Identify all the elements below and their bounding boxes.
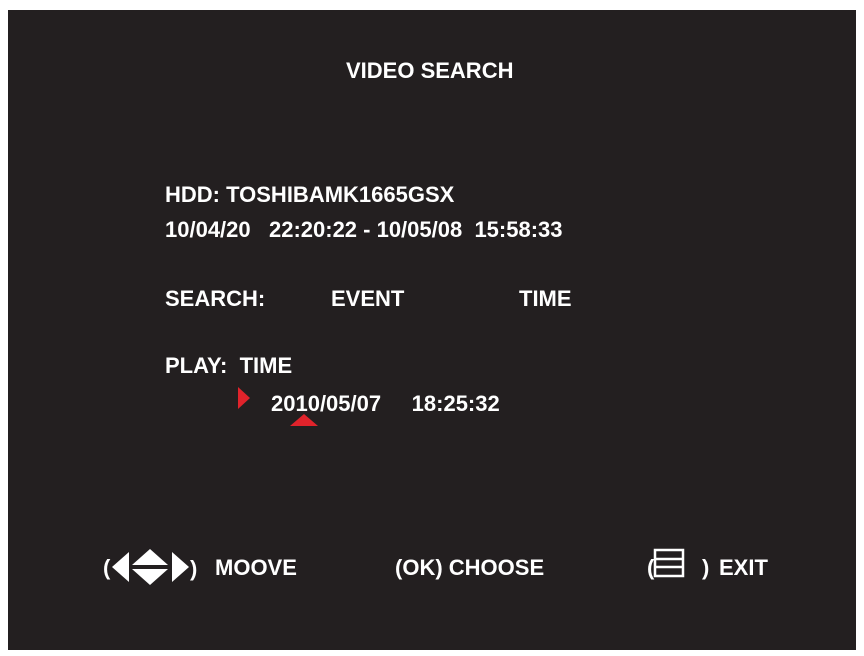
page-title: VIDEO SEARCH bbox=[346, 58, 514, 83]
nav-close-paren: ) bbox=[190, 556, 197, 581]
cursor-up-icon bbox=[290, 414, 318, 426]
nav-open-paren: ( bbox=[103, 555, 111, 580]
menu-icon bbox=[653, 548, 685, 578]
choose-label: (OK) CHOOSE bbox=[395, 555, 545, 580]
arrow-left-icon bbox=[112, 552, 129, 582]
play-label: PLAY: TIME bbox=[165, 353, 293, 378]
recording-range: 10/04/20 22:20:22 - 10/05/08 15:58:33 bbox=[165, 217, 563, 242]
hdd-label: HDD: TOSHIBAMK1665GSX bbox=[165, 182, 455, 207]
search-label: SEARCH: bbox=[165, 286, 266, 311]
arrow-down-icon bbox=[132, 569, 168, 585]
exit-close-paren: ) bbox=[702, 555, 710, 580]
nav-arrows-icon: ) bbox=[112, 549, 197, 585]
arrow-right-icon bbox=[172, 552, 189, 582]
exit-label: EXIT bbox=[719, 555, 768, 580]
arrow-up-icon bbox=[132, 549, 168, 565]
search-option-event[interactable]: EVENT bbox=[331, 286, 404, 312]
moove-label: MOOVE bbox=[215, 555, 297, 580]
search-option-time[interactable]: TIME bbox=[519, 286, 572, 312]
cursor-right-icon bbox=[238, 387, 250, 409]
